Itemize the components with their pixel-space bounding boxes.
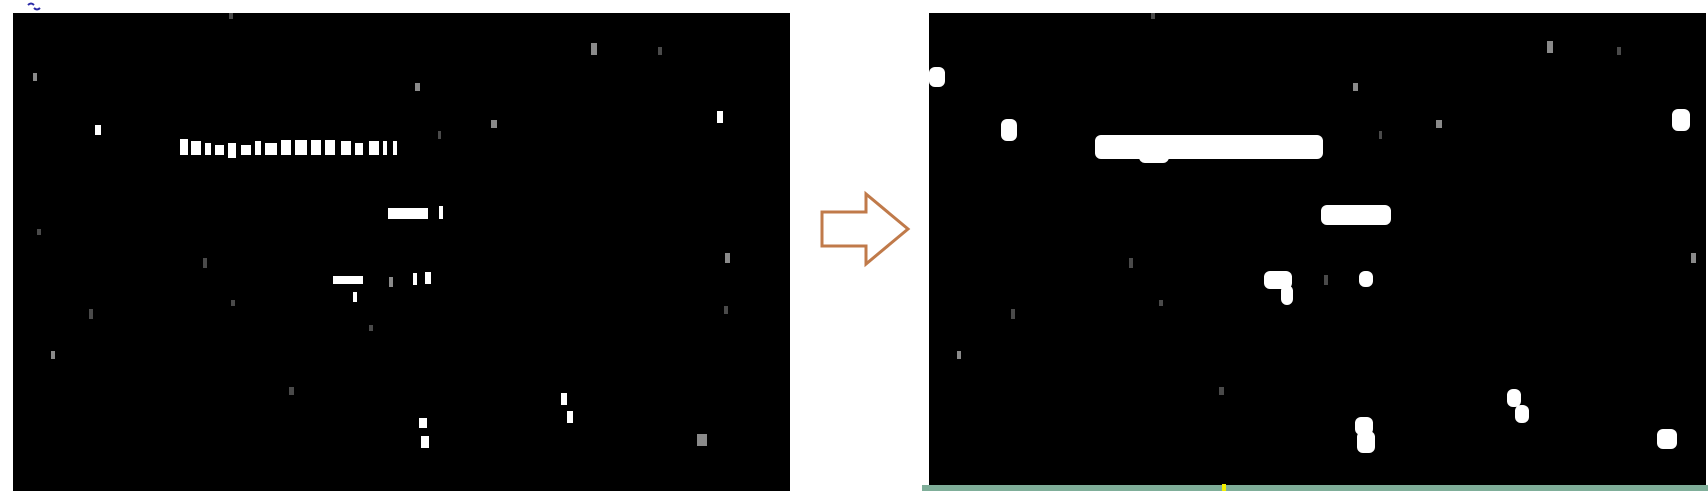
noise-speck <box>369 325 373 331</box>
text-fragment <box>341 141 351 155</box>
noise-speck <box>1436 120 1442 128</box>
noise-speck <box>415 83 420 91</box>
text-fragment <box>413 273 417 285</box>
noise-speck <box>389 277 393 287</box>
noise-speck <box>419 418 427 428</box>
noise-speck <box>1379 131 1382 139</box>
noise-speck <box>37 229 41 235</box>
noise-speck <box>1324 275 1328 285</box>
noise-speck <box>491 120 497 128</box>
dilated-text-block <box>1281 285 1293 305</box>
corner-link-icon <box>27 2 41 11</box>
text-fragment <box>205 143 211 155</box>
text-fragment <box>255 141 261 155</box>
noise-speck <box>725 253 730 263</box>
dilated-speck <box>1515 405 1529 423</box>
dilated-speck <box>1672 109 1690 131</box>
text-fragment <box>425 272 431 284</box>
text-fragment <box>295 140 307 155</box>
noise-speck <box>231 300 235 306</box>
text-fragment <box>353 292 357 302</box>
noise-speck <box>658 47 662 55</box>
noise-speck <box>1691 253 1696 263</box>
noise-speck <box>421 436 429 448</box>
noise-speck <box>957 351 961 359</box>
noise-speck <box>1547 41 1553 53</box>
text-fragment <box>311 140 321 155</box>
noise-speck <box>289 387 294 395</box>
noise-speck <box>697 434 707 446</box>
text-fragment <box>191 141 201 155</box>
noise-speck <box>95 125 101 135</box>
noise-speck <box>1151 13 1155 19</box>
dilated-text-block <box>1095 135 1323 159</box>
dilated-speck <box>1001 119 1017 141</box>
text-fragment <box>388 208 428 219</box>
dilated-speck <box>1357 431 1375 453</box>
text-fragment <box>439 206 443 219</box>
noise-speck <box>229 13 233 19</box>
noise-speck <box>724 306 728 314</box>
noise-speck <box>1129 258 1133 268</box>
original-image-panel <box>13 13 790 491</box>
noise-speck <box>1159 300 1163 306</box>
noise-speck <box>1011 309 1015 319</box>
strip-marker <box>1222 484 1226 491</box>
noise-speck <box>1219 387 1224 395</box>
noise-speck <box>591 43 597 55</box>
text-fragment <box>355 143 363 155</box>
text-fragment <box>393 141 397 155</box>
text-fragment <box>369 141 379 155</box>
text-fragment <box>325 140 335 155</box>
noise-speck <box>717 111 723 123</box>
noise-speck <box>1617 47 1621 55</box>
dilated-text-block <box>1139 151 1169 163</box>
text-fragment <box>228 143 236 158</box>
noise-speck <box>33 73 37 81</box>
dilated-text-block <box>1359 271 1373 287</box>
text-fragment <box>281 140 291 155</box>
noise-speck <box>203 258 207 268</box>
noise-speck <box>561 393 567 405</box>
noise-speck <box>567 411 573 423</box>
text-fragment <box>215 145 224 155</box>
dilated-speck <box>929 67 945 87</box>
noise-speck <box>51 351 55 359</box>
text-fragment <box>265 143 277 155</box>
text-fragment <box>383 141 387 155</box>
noise-speck <box>89 309 93 319</box>
bottom-strip <box>922 485 1708 491</box>
noise-speck <box>1353 83 1358 91</box>
dilated-text-block <box>1321 205 1391 225</box>
dilated-speck <box>1657 429 1677 449</box>
noise-speck <box>438 131 441 139</box>
text-fragment <box>180 139 188 155</box>
right-arrow-outline-icon <box>820 190 911 268</box>
text-fragment <box>241 145 251 155</box>
processed-image-panel <box>929 13 1706 491</box>
text-fragment <box>333 276 363 284</box>
